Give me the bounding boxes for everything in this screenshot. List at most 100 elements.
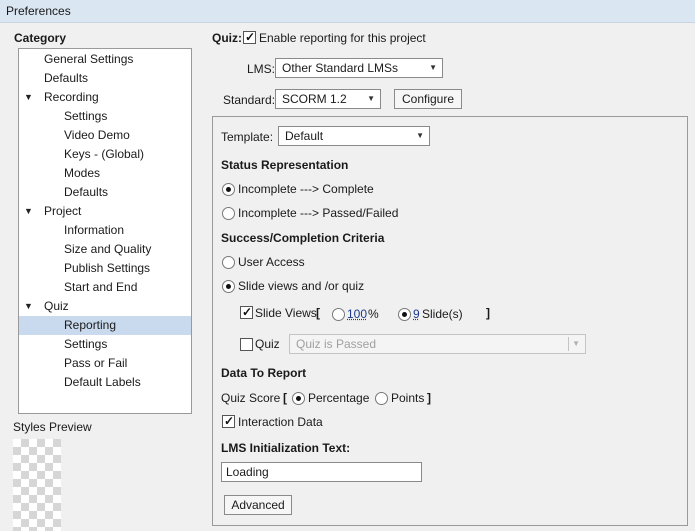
category-tree[interactable]: General Settings Defaults ▼ Recording Settin… [18, 48, 192, 414]
tree-item-default-labels[interactable]: Default Labels [19, 373, 191, 392]
quiz-score-open-bracket: [ [283, 391, 287, 405]
enable-reporting-label: Enable reporting for this project [259, 31, 426, 45]
tree-item-label: Defaults [44, 71, 89, 85]
tree-item-size-and-quality[interactable]: Size and Quality [19, 240, 191, 259]
tree-item-label: Size and Quality [64, 242, 152, 256]
tree-item-recording[interactable]: ▼ Recording [19, 88, 191, 107]
tree-item-label: Settings [64, 109, 108, 123]
tree-item-label: Recording [44, 90, 99, 104]
radio-selected-dot [226, 187, 231, 192]
tree-item-settings[interactable]: Settings [19, 107, 191, 126]
chevron-down-icon: ▼ [572, 339, 580, 348]
tree-item-settings[interactable]: Settings [19, 335, 191, 354]
chevron-down-icon: ▼ [367, 94, 375, 103]
standard-label: Standard: [223, 93, 276, 107]
radio-selected-dot [296, 396, 301, 401]
slide-views-open-bracket: [ [316, 306, 320, 320]
tree-item-quiz[interactable]: ▼ Quiz [19, 297, 191, 316]
lms-init-text-value: Loading [226, 465, 269, 479]
tree-item-label: Keys - (Global) [64, 147, 145, 161]
template-label: Template: [221, 130, 274, 144]
lms-dropdown-value: Other Standard LMSs [282, 61, 399, 75]
quiz-label: Quiz: [212, 31, 242, 45]
user-access-radio[interactable] [222, 256, 235, 269]
status-complete-radio[interactable] [222, 183, 235, 196]
slide-views-label: Slide Views [255, 306, 317, 320]
radio-selected-dot [226, 284, 231, 289]
quiz-criteria-checkbox[interactable] [240, 338, 253, 351]
tree-item-label: General Settings [44, 52, 134, 66]
advanced-button[interactable]: Advanced [224, 495, 292, 515]
configure-button[interactable]: Configure [394, 89, 462, 109]
expand-triangle-icon[interactable]: ▼ [24, 88, 33, 107]
slide-views-slides-value[interactable]: 9 [413, 307, 420, 321]
dropdown-separator [568, 337, 569, 351]
tree-item-label: Project [44, 204, 82, 218]
status-passed-failed-radio[interactable] [222, 207, 235, 220]
tree-item-label: Settings [64, 337, 108, 351]
status-passed-failed-label: Incomplete ---> Passed/Failed [238, 206, 399, 220]
checkmark-icon: ✓ [245, 30, 256, 44]
tree-item-label: Defaults [64, 185, 109, 199]
tree-item-defaults[interactable]: Defaults [19, 183, 191, 202]
tree-item-general-settings[interactable]: General Settings [19, 50, 191, 69]
tree-item-video-demo[interactable]: Video Demo [19, 126, 191, 145]
tree-item-start-and-end[interactable]: Start and End [19, 278, 191, 297]
template-dropdown[interactable]: Default ▼ [278, 126, 430, 146]
lms-init-text-input[interactable]: Loading [221, 462, 422, 482]
window-title-bar: Preferences [0, 0, 695, 23]
status-representation-heading: Status Representation [221, 158, 349, 172]
criteria-heading: Success/Completion Criteria [221, 231, 385, 245]
slide-views-quiz-label: Slide views and /or quiz [238, 279, 365, 293]
lms-init-heading: LMS Initialization Text: [221, 441, 351, 455]
radio-selected-dot [402, 312, 407, 317]
tree-item-pass-or-fail[interactable]: Pass or Fail [19, 354, 191, 373]
checkmark-icon: ✓ [224, 414, 235, 428]
expand-triangle-icon[interactable]: ▼ [24, 297, 33, 316]
standard-dropdown[interactable]: SCORM 1.2 ▼ [275, 89, 381, 109]
percentage-radio[interactable] [292, 392, 305, 405]
tree-item-label: Modes [64, 166, 101, 180]
tree-item-information[interactable]: Information [19, 221, 191, 240]
percentage-label: Percentage [308, 391, 370, 405]
quiz-criteria-dropdown[interactable]: Quiz is Passed ▼ [289, 334, 586, 354]
tree-item-defaults[interactable]: Defaults [19, 69, 191, 88]
template-dropdown-value: Default [285, 129, 324, 143]
standard-dropdown-value: SCORM 1.2 [282, 92, 347, 106]
tree-item-reporting[interactable]: Reporting [19, 316, 191, 335]
enable-reporting-checkbox[interactable]: ✓ [243, 30, 256, 44]
interaction-data-checkbox[interactable]: ✓ [222, 414, 235, 428]
lms-label: LMS: [247, 62, 276, 76]
tree-item-keys-global[interactable]: Keys - (Global) [19, 145, 191, 164]
tree-item-publish-settings[interactable]: Publish Settings [19, 259, 191, 278]
slide-views-quiz-radio[interactable] [222, 280, 235, 293]
tree-item-label: Reporting [64, 318, 117, 332]
slide-views-slides-radio[interactable] [398, 308, 411, 321]
styles-preview-label: Styles Preview [13, 420, 92, 434]
quiz-score-close-bracket: ] [427, 391, 431, 405]
tree-item-label: Publish Settings [64, 261, 151, 275]
slide-views-slides-unit: Slide(s) [422, 307, 463, 321]
expand-triangle-icon[interactable]: ▼ [24, 202, 33, 221]
tree-item-label: Start and End [64, 280, 138, 294]
checkmark-icon: ✓ [242, 305, 253, 319]
interaction-data-label: Interaction Data [238, 415, 323, 429]
tree-item-modes[interactable]: Modes [19, 164, 191, 183]
slide-views-percent-unit: % [368, 307, 379, 321]
status-complete-label: Incomplete ---> Complete [238, 182, 374, 196]
slide-views-close-bracket: ] [486, 306, 490, 320]
tree-item-label: Information [64, 223, 125, 237]
slide-views-percent-value[interactable]: 100 [347, 307, 367, 321]
quiz-criteria-label: Quiz [255, 337, 280, 351]
tree-item-label: Quiz [44, 299, 69, 313]
slide-views-checkbox[interactable]: ✓ [240, 305, 253, 319]
styles-preview-box [13, 439, 61, 531]
tree-item-label: Default Labels [64, 375, 141, 389]
lms-dropdown[interactable]: Other Standard LMSs ▼ [275, 58, 443, 78]
slide-views-percent-radio[interactable] [332, 308, 345, 321]
tree-item-label: Video Demo [64, 128, 130, 142]
chevron-down-icon: ▼ [429, 63, 437, 72]
data-to-report-heading: Data To Report [221, 366, 307, 380]
points-radio[interactable] [375, 392, 388, 405]
tree-item-project[interactable]: ▼ Project [19, 202, 191, 221]
